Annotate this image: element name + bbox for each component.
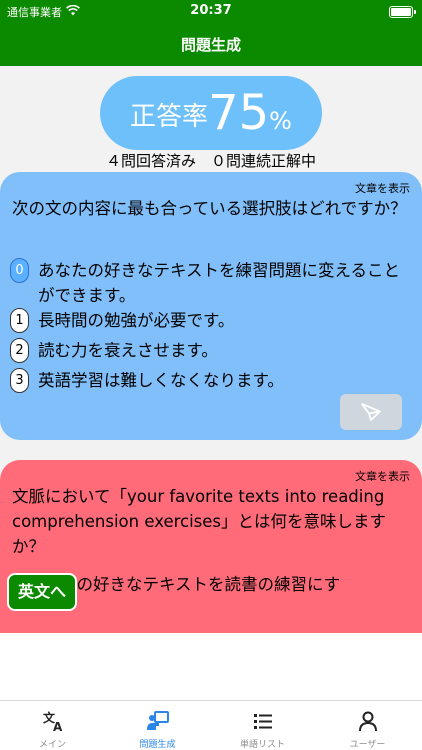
- show-passage-link[interactable]: 文章を表示: [355, 468, 410, 484]
- app-header: 通信事業者 20:37 問題生成: [0, 0, 422, 66]
- to-english-button[interactable]: 英文へ: [7, 573, 77, 611]
- option-number: 0: [10, 258, 29, 283]
- option-number: 1: [10, 308, 29, 333]
- tab-label: ユーザー: [349, 740, 386, 750]
- accuracy-value: 75: [208, 85, 270, 141]
- tab-question-generation[interactable]: 問題生成: [105, 701, 210, 750]
- option-number: 2: [10, 338, 29, 363]
- tab-user[interactable]: ユーザー: [315, 701, 420, 750]
- show-passage-link[interactable]: 文章を表示: [355, 180, 410, 196]
- paper-plane-icon: [361, 403, 381, 421]
- answer-option-0[interactable]: 0 あなたの好きなテキストを練習問題に変えることができます。: [10, 258, 412, 308]
- tab-label: 単語リスト: [239, 740, 285, 750]
- option-label: あなたの好きなテキストを練習問題に変えることができます。: [38, 261, 401, 305]
- status-time: 20:37: [190, 3, 232, 18]
- main-content[interactable]: 正答率75% ４問回答済み ０問連続正解中 文章を表示 次の文の内容に最も合って…: [0, 66, 422, 633]
- answer-option-2[interactable]: 2 読む力を衰えさせます。: [10, 338, 412, 363]
- answer-option-3[interactable]: 3 英語学習は難しくなくなります。: [10, 368, 412, 393]
- tab-word-list[interactable]: 単語リスト: [210, 701, 315, 750]
- accuracy-label: 正答率: [130, 102, 209, 132]
- tab-main[interactable]: 文 A メイン: [0, 701, 105, 750]
- option-label-partial: たの好きなテキストを読書の練習にす: [60, 575, 341, 594]
- option-number: 3: [10, 368, 29, 393]
- list-icon: [253, 714, 272, 729]
- tab-label: メイン: [38, 740, 66, 750]
- answer-option-1[interactable]: 1 長時間の勉強が必要です。: [10, 308, 412, 333]
- page-title: 問題生成: [180, 36, 241, 54]
- option-label: 読む力を衰えさせます。: [38, 341, 218, 360]
- presenter-icon: [146, 711, 169, 730]
- tab-bar: 文 A メイン 問題生成 単語リスト ユーザー: [0, 700, 422, 750]
- tab-label: 問題生成: [139, 740, 176, 750]
- person-icon: [358, 711, 377, 732]
- translate-icon: 文 A: [43, 710, 63, 733]
- option-label: 長時間の勉強が必要です。: [38, 311, 235, 330]
- answer-stats: ４問回答済み ０問連続正解中: [105, 152, 316, 170]
- svg-text:A: A: [53, 720, 63, 733]
- option-label: 英語学習は難しくなくなります。: [38, 371, 284, 390]
- question-text: 次の文の内容に最も合っている選択肢はどれですか？: [12, 199, 407, 218]
- submit-answer-button[interactable]: [340, 394, 402, 430]
- battery-icon: [389, 6, 416, 18]
- question-text: 文脈において「your favorite texts into reading …: [12, 487, 387, 556]
- accuracy-badge: 正答率75%: [100, 76, 322, 150]
- status-bar: 通信事業者 20:37: [0, 0, 422, 24]
- accuracy-unit: %: [269, 107, 292, 135]
